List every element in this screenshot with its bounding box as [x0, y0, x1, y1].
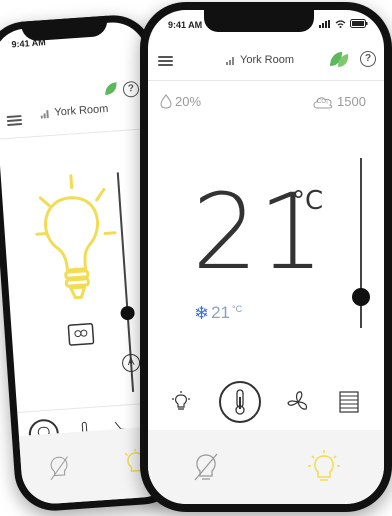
help-button[interactable]: ? — [122, 80, 140, 98]
auto-mode-button[interactable]: A — [121, 353, 141, 373]
leaf-icon[interactable] — [102, 80, 119, 97]
room-name: York Room — [54, 102, 109, 119]
cloud-icon: CO₂ — [312, 95, 334, 109]
humidity-reading: 20% — [160, 94, 201, 109]
mode-thermostat-button[interactable] — [218, 381, 261, 423]
light-off-icon[interactable] — [192, 451, 220, 483]
bottom-nav — [148, 430, 384, 504]
setpoint-reading: ❄ 21 °C — [194, 303, 243, 323]
mode-blinds-button[interactable] — [336, 389, 362, 415]
help-button[interactable]: ? — [360, 51, 376, 67]
mode-bar — [168, 380, 362, 424]
light-off-icon[interactable] — [47, 455, 71, 482]
co2-value: 1500 — [337, 94, 366, 109]
snowflake-icon: ❄ — [194, 303, 210, 323]
room-name: York Room — [240, 54, 295, 66]
light-bulb-icon — [172, 391, 190, 410]
temperature-unit: °C — [292, 186, 324, 216]
front-phone-screen: 9:41 AM York Room ? 20% CO₂ 1500 21 °C ❄… — [148, 10, 384, 504]
menu-button[interactable] — [6, 114, 23, 127]
header-divider — [148, 80, 384, 81]
light-bulb-large-icon — [35, 174, 117, 300]
menu-button[interactable] — [158, 56, 173, 66]
room-selector[interactable]: York Room — [40, 103, 109, 120]
fan-icon — [287, 391, 308, 410]
temperature-slider-knob[interactable] — [352, 288, 370, 306]
status-icons — [319, 19, 368, 28]
signal-icon — [226, 56, 234, 65]
thermometer-icon — [235, 389, 245, 415]
header-divider — [0, 127, 152, 140]
light-on-icon[interactable] — [308, 450, 340, 484]
cellular-icon — [319, 19, 330, 28]
mode-fan-button[interactable] — [285, 389, 311, 415]
leaf-icon[interactable] — [328, 49, 350, 69]
front-phone-notch — [204, 10, 314, 32]
humidity-value: 20% — [175, 94, 202, 109]
signal-icon — [40, 109, 49, 119]
droplet-icon — [160, 94, 172, 109]
setpoint-value: 21 — [211, 303, 231, 322]
co2-reading: CO₂ 1500 — [312, 94, 366, 109]
setpoint-unit: °C — [232, 304, 243, 314]
blinds-icon — [339, 391, 359, 413]
co2-label: CO₂ — [317, 98, 329, 105]
battery-icon — [350, 19, 368, 28]
brightness-slider-knob[interactable] — [120, 305, 136, 321]
mode-light-button[interactable] — [168, 389, 194, 415]
wifi-icon — [335, 19, 346, 28]
room-selector[interactable]: York Room — [226, 54, 294, 66]
status-time: 9:41 AM — [168, 20, 203, 30]
scene-icon[interactable] — [67, 322, 95, 347]
front-phone: 9:41 AM York Room ? 20% CO₂ 1500 21 °C ❄… — [140, 2, 392, 512]
